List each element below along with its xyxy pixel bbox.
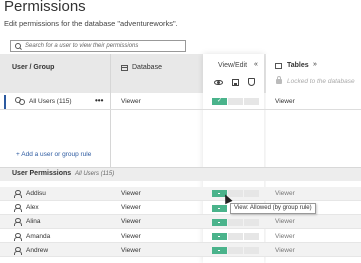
database-icon <box>121 64 128 71</box>
shield-icon <box>248 78 255 86</box>
capability-shield-cell[interactable] <box>244 219 259 226</box>
more-icon[interactable]: ••• <box>95 96 103 105</box>
capability-view-cell[interactable]: ✓ <box>212 98 227 105</box>
user-icon <box>14 204 22 212</box>
group-rule-name: All Users (115) <box>29 98 72 105</box>
header-view-edit: View/Edit <box>218 62 248 69</box>
user-tables-role: Viewer <box>275 247 295 254</box>
user-tables-role: Viewer <box>275 218 295 225</box>
group-rule-tables-role: Viewer <box>275 98 295 105</box>
capability-download-cell[interactable] <box>228 98 243 105</box>
check-icon: ✓ <box>217 98 223 104</box>
capability-download-cell[interactable] <box>228 233 243 240</box>
capability-download-cell[interactable] <box>228 247 243 254</box>
group-icon <box>15 97 25 106</box>
capability-view-cell[interactable] <box>212 205 227 212</box>
column-divider <box>110 54 111 174</box>
capability-view-cell[interactable] <box>212 219 227 226</box>
header-tables: Tables <box>287 62 309 69</box>
user-icon <box>14 247 22 255</box>
user-icon <box>14 190 22 198</box>
capability-shield-cell[interactable] <box>244 190 259 197</box>
collapse-view-edit-button[interactable]: « <box>254 61 258 68</box>
capability-download-cell[interactable] <box>228 219 243 226</box>
user-name: Amanda <box>26 233 51 240</box>
lock-icon <box>276 76 282 84</box>
page-subtitle: Edit permissions for the database "adven… <box>4 19 178 28</box>
user-row[interactable] <box>0 229 361 243</box>
page-title: Permissions <box>4 0 86 15</box>
row-selected-indicator <box>4 95 6 109</box>
user-name: Alex <box>26 204 39 211</box>
header-user-group: User / Group <box>12 64 55 71</box>
user-name: Alina <box>26 218 41 225</box>
save-icon <box>232 79 239 86</box>
capability-view-cell[interactable] <box>212 247 227 254</box>
user-permissions-subtitle: All Users (115) <box>75 171 115 177</box>
capability-tooltip: View: Allowed (by group rule) <box>230 203 316 214</box>
user-database-role: Viewer <box>121 190 141 197</box>
user-icon <box>14 218 22 226</box>
user-icon <box>14 233 22 241</box>
user-permissions-title: User Permissions <box>12 170 72 177</box>
user-tables-role: Viewer <box>275 233 295 240</box>
capability-shield-cell[interactable] <box>244 247 259 254</box>
header-database-label: Database <box>132 64 162 71</box>
eye-icon <box>214 80 223 85</box>
user-tables-role: Viewer <box>275 190 295 197</box>
user-database-role: Viewer <box>121 233 141 240</box>
header-database: Database <box>121 64 162 71</box>
user-database-role: Viewer <box>121 204 141 211</box>
capability-shield-cell[interactable] <box>244 233 259 240</box>
capability-view-cell[interactable] <box>212 233 227 240</box>
user-database-role: Viewer <box>121 218 141 225</box>
inherited-dot <box>218 222 220 223</box>
locked-text: Locked to the database <box>287 78 355 85</box>
inherited-dot <box>218 236 220 237</box>
user-row[interactable] <box>0 215 361 229</box>
expand-tables-button[interactable]: » <box>313 61 317 68</box>
add-rule-link[interactable]: + Add a user or group rule <box>16 151 91 158</box>
user-row[interactable] <box>0 187 361 201</box>
user-row[interactable] <box>0 243 361 257</box>
inherited-dot <box>218 250 220 251</box>
search-input[interactable]: Search for a user to view their permissi… <box>10 40 186 52</box>
search-placeholder: Search for a user to view their permissi… <box>25 43 139 49</box>
user-name: Andrew <box>26 247 49 254</box>
search-icon <box>15 42 22 50</box>
inherited-dot <box>218 193 220 194</box>
user-database-role: Viewer <box>121 247 141 254</box>
inherited-dot <box>218 208 220 209</box>
user-name: Addisu <box>26 190 46 197</box>
capability-shield-cell[interactable] <box>244 98 259 105</box>
table-icon <box>275 63 282 69</box>
group-rule-database-role[interactable]: Viewer <box>121 98 141 105</box>
